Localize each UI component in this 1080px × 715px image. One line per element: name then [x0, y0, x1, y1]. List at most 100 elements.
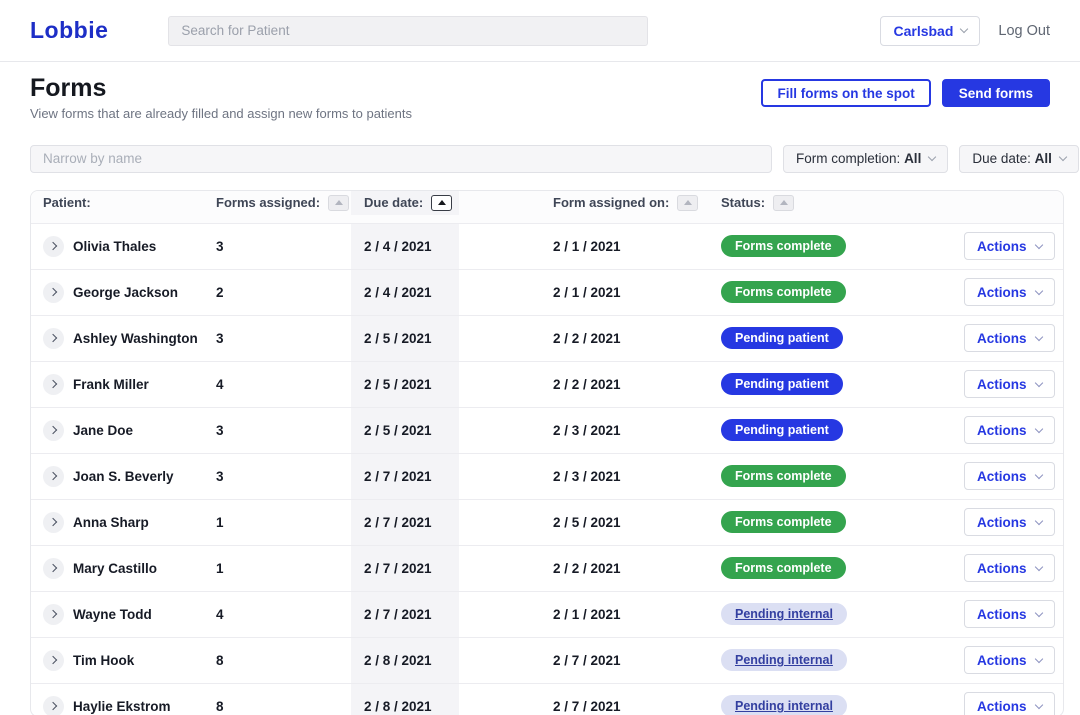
form-completion-filter[interactable]: Form completion: All	[783, 145, 948, 173]
actions-dropdown[interactable]: Actions	[964, 600, 1055, 628]
expand-row-button[interactable]	[43, 236, 64, 257]
expand-row-button[interactable]	[43, 604, 64, 625]
actions-dropdown[interactable]: Actions	[964, 508, 1055, 536]
sort-up-icon	[684, 200, 692, 205]
table-row: Frank Miller 4 2 / 5 / 2021 2 / 2 / 2021…	[31, 362, 1063, 408]
sort-forms-assigned-button[interactable]	[328, 195, 349, 211]
sort-up-icon	[335, 200, 343, 205]
table-header-row: Patient: Forms assigned: Due date: Form …	[31, 191, 1063, 224]
topbar-right: Carlsbad Log Out	[880, 16, 1050, 46]
chevron-right-icon	[48, 380, 56, 388]
forms-assigned-count: 2	[216, 285, 351, 300]
topbar: Lobbie Carlsbad Log Out	[0, 0, 1080, 62]
form-assigned-on-date: 2 / 3 / 2021	[459, 423, 721, 438]
actions-dropdown[interactable]: Actions	[964, 416, 1055, 444]
due-date: 2 / 7 / 2021	[351, 454, 459, 499]
actions-dropdown[interactable]: Actions	[964, 324, 1055, 352]
send-forms-button[interactable]: Send forms	[942, 79, 1050, 107]
chevron-right-icon	[48, 656, 56, 664]
patient-name: Wayne Todd	[73, 607, 216, 622]
actions-dropdown[interactable]: Actions	[964, 554, 1055, 582]
chevron-down-icon	[1034, 470, 1042, 478]
status-badge[interactable]: Pending internal	[721, 649, 847, 671]
expand-row-button[interactable]	[43, 650, 64, 671]
chevron-down-icon	[1034, 240, 1042, 248]
fill-forms-button[interactable]: Fill forms on the spot	[761, 79, 930, 107]
status-badge[interactable]: Pending internal	[721, 603, 847, 625]
patient-name: Anna Sharp	[73, 515, 216, 530]
patient-name: Mary Castillo	[73, 561, 216, 576]
due-date-filter-label: Due date: All	[972, 151, 1052, 166]
actions-dropdown[interactable]: Actions	[964, 278, 1055, 306]
location-dropdown[interactable]: Carlsbad	[880, 16, 980, 46]
chevron-down-icon	[1034, 378, 1042, 386]
actions-label: Actions	[977, 377, 1027, 392]
forms-assigned-count: 1	[216, 515, 351, 530]
table-row: George Jackson 2 2 / 4 / 2021 2 / 1 / 20…	[31, 270, 1063, 316]
status-badge: Pending patient	[721, 419, 843, 441]
form-assigned-on-date: 2 / 1 / 2021	[459, 285, 721, 300]
due-date-filter[interactable]: Due date: All	[959, 145, 1079, 173]
expand-row-button[interactable]	[43, 558, 64, 579]
patient-name: Frank Miller	[73, 377, 216, 392]
actions-dropdown[interactable]: Actions	[964, 232, 1055, 260]
actions-dropdown[interactable]: Actions	[964, 692, 1055, 715]
page-title: Forms	[30, 75, 412, 103]
due-date: 2 / 7 / 2021	[351, 500, 459, 545]
status-cell: Forms complete	[721, 557, 964, 579]
status-cell: Forms complete	[721, 465, 964, 487]
column-header-patient: Patient:	[31, 195, 216, 210]
chevron-down-icon	[1034, 654, 1042, 662]
due-date: 2 / 4 / 2021	[351, 270, 459, 315]
actions-dropdown[interactable]: Actions	[964, 646, 1055, 674]
narrow-by-name-input[interactable]	[30, 145, 772, 173]
expand-row-button[interactable]	[43, 466, 64, 487]
location-label: Carlsbad	[893, 23, 953, 39]
expand-row-button[interactable]	[43, 420, 64, 441]
page-head-text: Forms View forms that are already filled…	[30, 75, 412, 121]
forms-assigned-count: 8	[216, 653, 351, 668]
chevron-down-icon	[1034, 562, 1042, 570]
lobbie-logo[interactable]: Lobbie	[30, 17, 108, 44]
chevron-down-icon	[1034, 608, 1042, 616]
page-subtitle: View forms that are already filled and a…	[30, 106, 412, 121]
sort-status-button[interactable]	[773, 195, 794, 211]
due-date: 2 / 7 / 2021	[351, 546, 459, 591]
chevron-right-icon	[48, 472, 56, 480]
form-completion-label: Form completion: All	[796, 151, 921, 166]
forms-table: Patient: Forms assigned: Due date: Form …	[30, 190, 1064, 715]
expand-row-button[interactable]	[43, 512, 64, 533]
due-date: 2 / 4 / 2021	[351, 224, 459, 269]
patient-search-input[interactable]	[168, 16, 648, 46]
table-row: Ashley Washington 3 2 / 5 / 2021 2 / 2 /…	[31, 316, 1063, 362]
chevron-down-icon	[1059, 153, 1067, 161]
expand-row-button[interactable]	[43, 282, 64, 303]
form-assigned-on-date: 2 / 1 / 2021	[459, 239, 721, 254]
actions-label: Actions	[977, 515, 1027, 530]
status-cell: Forms complete	[721, 235, 964, 257]
logout-button[interactable]: Log Out	[998, 23, 1050, 39]
status-badge: Forms complete	[721, 557, 846, 579]
sort-up-icon	[780, 200, 788, 205]
chevron-right-icon	[48, 426, 56, 434]
sort-due-date-button[interactable]	[431, 195, 452, 211]
forms-assigned-count: 3	[216, 239, 351, 254]
status-badge: Forms complete	[721, 281, 846, 303]
table-body: Olivia Thales 3 2 / 4 / 2021 2 / 1 / 202…	[31, 224, 1063, 715]
chevron-right-icon	[48, 610, 56, 618]
forms-assigned-count: 1	[216, 561, 351, 576]
column-header-form-assigned-on: Form assigned on:	[459, 195, 721, 211]
actions-dropdown[interactable]: Actions	[964, 462, 1055, 490]
actions-dropdown[interactable]: Actions	[964, 370, 1055, 398]
due-date: 2 / 8 / 2021	[351, 684, 459, 715]
status-badge[interactable]: Pending internal	[721, 695, 847, 715]
chevron-down-icon	[928, 153, 936, 161]
due-date: 2 / 5 / 2021	[351, 316, 459, 361]
patient-name: Haylie Ekstrom	[73, 699, 216, 714]
status-cell: Pending patient	[721, 419, 964, 441]
expand-row-button[interactable]	[43, 696, 64, 715]
table-row: Wayne Todd 4 2 / 7 / 2021 2 / 1 / 2021 P…	[31, 592, 1063, 638]
expand-row-button[interactable]	[43, 328, 64, 349]
sort-form-assigned-on-button[interactable]	[677, 195, 698, 211]
expand-row-button[interactable]	[43, 374, 64, 395]
